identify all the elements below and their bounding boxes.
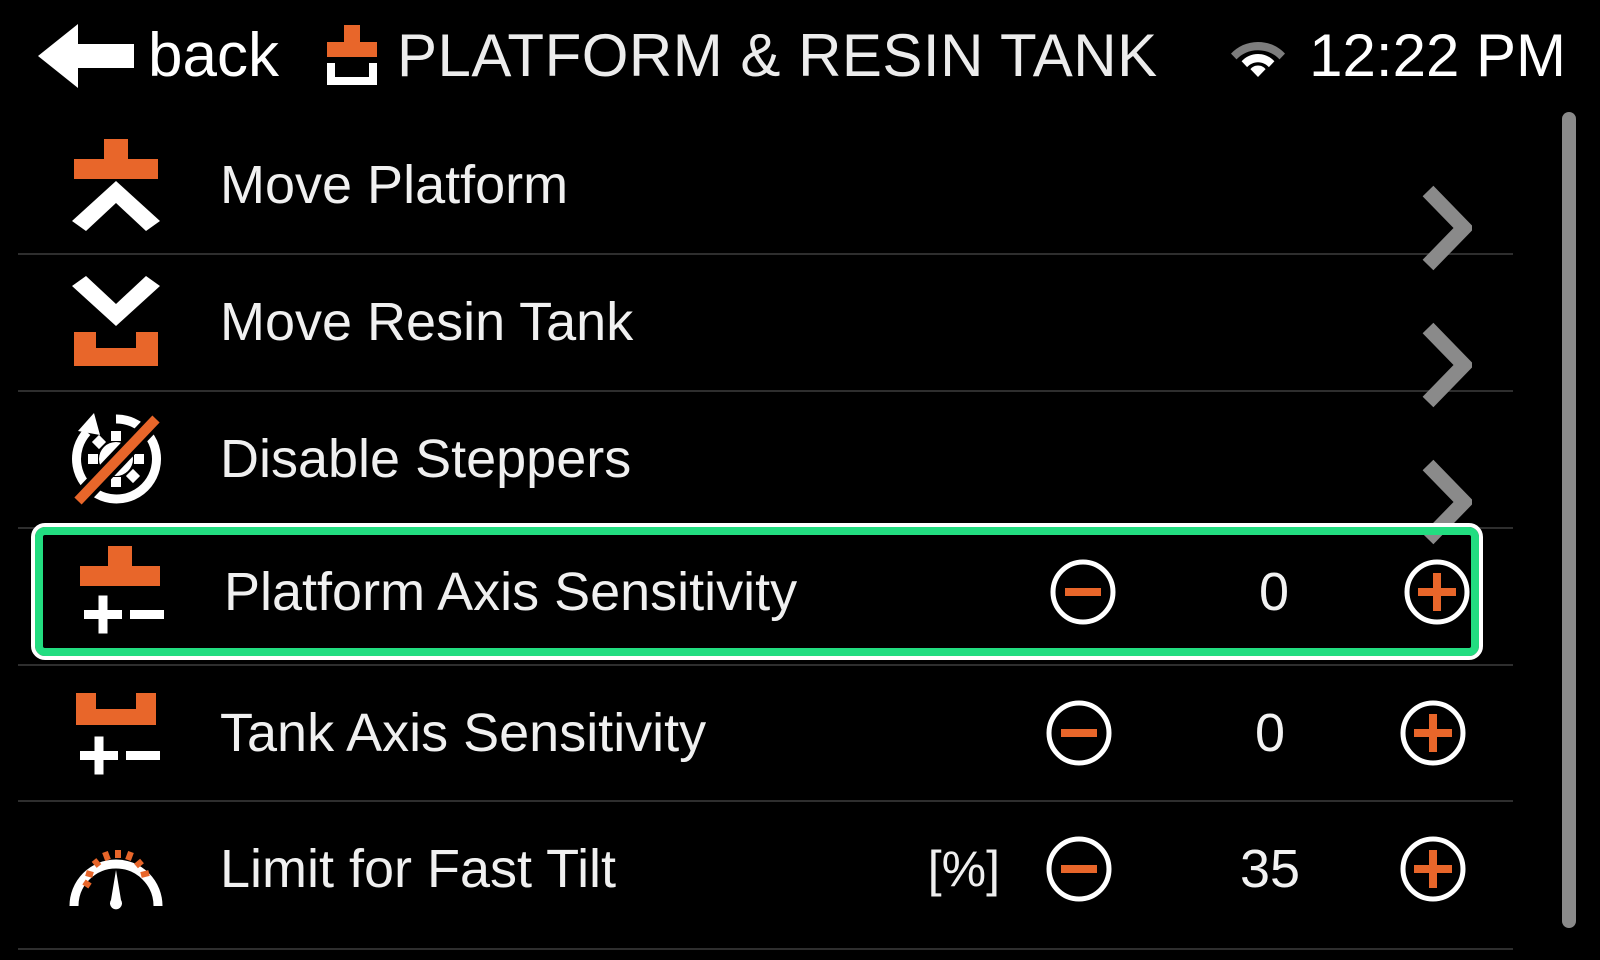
settings-list: Move Platform Move Resin Tank Disable St… [0, 112, 1600, 960]
increment-button[interactable] [1403, 558, 1471, 626]
platform-axis-sensitivity-icon [64, 544, 176, 640]
arrow-left-icon [38, 20, 134, 92]
row-divider [18, 948, 1513, 950]
move-platform-icon [60, 137, 172, 233]
scrollbar-thumb[interactable] [1562, 112, 1576, 928]
gauge-icon [60, 824, 172, 914]
back-label: back [148, 21, 279, 90]
increment-button[interactable] [1399, 835, 1467, 903]
list-item-label: Move Platform [220, 154, 569, 215]
wifi-icon [1229, 34, 1309, 78]
list-item-disable-steppers[interactable]: Disable Steppers [0, 390, 1530, 544]
vertical-scrollbar[interactable] [1562, 112, 1576, 928]
header-bar: back PLATFORM & RESIN TANK 12:22 PM [0, 0, 1600, 112]
tank-axis-sensitivity-icon [60, 685, 172, 781]
status-area: 12:22 PM [1229, 0, 1566, 112]
list-item-label: Move Resin Tank [220, 291, 634, 352]
list-item-limit-for-fast-tilt[interactable]: Limit for Fast Tilt [%] 35 [0, 800, 1530, 937]
page-title: PLATFORM & RESIN TANK [396, 22, 1158, 89]
stepper-value: 35 [1239, 838, 1301, 899]
list-item-tank-axis-sensitivity[interactable]: Tank Axis Sensitivity 0 [0, 664, 1530, 801]
printer-touchscreen: back PLATFORM & RESIN TANK 12:22 PM Move… [0, 0, 1600, 960]
unit-label: [%] [927, 840, 1000, 897]
stepper-value: 0 [1258, 561, 1290, 622]
clock-label: 12:22 PM [1309, 22, 1566, 89]
increment-button[interactable] [1399, 699, 1467, 767]
list-item-move-resin-tank[interactable]: Move Resin Tank [0, 253, 1530, 407]
list-item-platform-axis-sensitivity[interactable]: Platform Axis Sensitivity 0 [31, 523, 1483, 660]
decrement-button[interactable] [1045, 835, 1113, 903]
list-item-label: Disable Steppers [220, 428, 632, 489]
decrement-button[interactable] [1045, 699, 1113, 767]
disable-steppers-icon [60, 409, 172, 509]
page-title-group: PLATFORM & RESIN TANK [315, 21, 1158, 91]
platform-resin-tank-icon [315, 21, 389, 91]
list-item-move-platform[interactable]: Move Platform [0, 116, 1530, 270]
decrement-button[interactable] [1049, 558, 1117, 626]
back-button[interactable]: back [38, 20, 279, 92]
move-resin-tank-icon [60, 274, 172, 370]
stepper-value: 0 [1254, 702, 1286, 763]
